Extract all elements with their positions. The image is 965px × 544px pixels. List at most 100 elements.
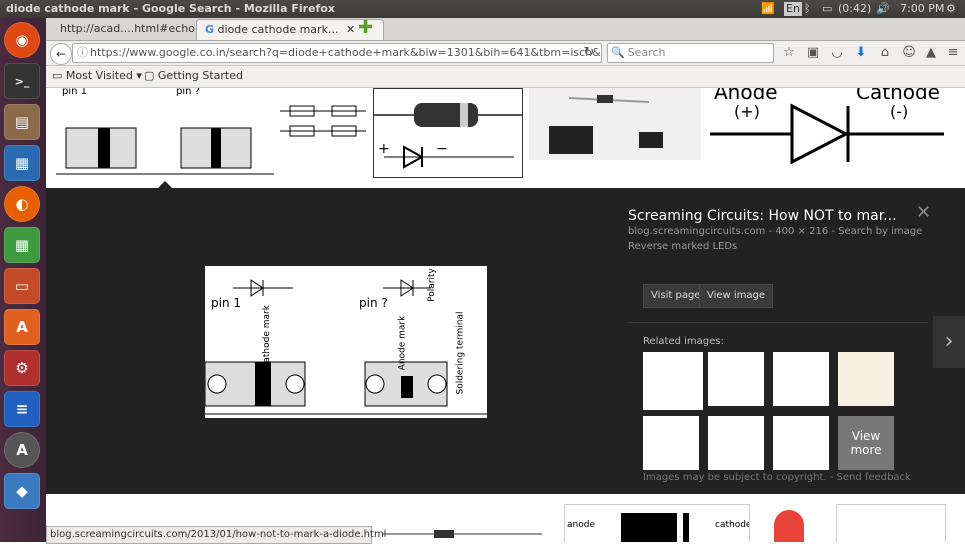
view-more-button[interactable]: View more — [838, 416, 894, 470]
image-preview-panel: pin 1 pin ? Cathode mark Anode mark Pola… — [46, 181, 965, 494]
pin-label: pin 1 — [62, 88, 88, 97]
search-input[interactable]: 🔍 Search — [607, 43, 774, 63]
related-image-6[interactable] — [708, 416, 764, 470]
clock[interactable]: 7:00 PM — [900, 1, 944, 17]
related-image-3[interactable] — [773, 352, 829, 406]
system-top-bar: diode cathode mark - Google Search - Moz… — [0, 0, 965, 18]
bookmark-getting-started[interactable]: ▢ Getting Started — [144, 69, 243, 82]
panel-pointer — [158, 181, 172, 188]
pin-label: pin ? — [176, 88, 200, 97]
bookmark-label: Getting Started — [157, 69, 243, 82]
related-image-7[interactable] — [773, 416, 829, 470]
reading-list-icon[interactable]: ▣ — [804, 44, 822, 62]
result-thumb-2[interactable] — [280, 100, 366, 144]
writer-icon[interactable]: ▦ — [4, 145, 40, 181]
result-title[interactable]: Screaming Circuits: How NOT to mar... — [628, 208, 958, 224]
home-icon[interactable]: ⌂ — [876, 44, 894, 62]
menu-icon[interactable]: ≡ — [944, 44, 962, 62]
tab-acad[interactable]: http://acad....html#echo — [52, 19, 198, 39]
result-thumb-4[interactable] — [529, 88, 701, 160]
bookmarks-bar: ▭ Most Visited ▾ ▢ Getting Started — [46, 66, 965, 88]
back-arrow-icon[interactable]: ← — [50, 43, 72, 65]
impress-icon[interactable]: ▭ — [4, 268, 40, 304]
svg-text:−: − — [436, 141, 448, 157]
battery-time[interactable]: (0:42) — [838, 1, 871, 17]
preview-image[interactable]: pin 1 pin ? Cathode mark Anode mark Pola… — [204, 266, 487, 418]
svg-text:+: + — [378, 141, 390, 157]
result-thumb-9[interactable] — [372, 524, 554, 542]
pocket-icon[interactable]: ◡ — [828, 44, 846, 62]
keyboard-lang-indicator[interactable]: En — [784, 2, 802, 16]
chat-icon[interactable]: ☺ — [900, 44, 918, 62]
led-shape — [774, 510, 804, 542]
reload-icon[interactable]: ↻ — [580, 44, 598, 62]
diode-body — [434, 530, 454, 538]
volume-icon[interactable]: 🔊 — [876, 1, 890, 17]
bookmark-most-visited[interactable]: ▭ Most Visited ▾ — [52, 69, 142, 82]
result-meta[interactable]: blog.screamingcircuits.com - 400 × 216 -… — [628, 226, 958, 237]
updater-icon[interactable]: A — [4, 432, 40, 468]
firefox-icon[interactable]: ◐ — [4, 186, 40, 222]
alert-icon[interactable]: ▲ — [922, 44, 940, 62]
image-info: Screaming Circuits: How NOT to mar... bl… — [628, 208, 958, 252]
cathode-band — [683, 513, 689, 542]
diode-outline-drawing — [280, 105, 366, 137]
next-arrow-icon[interactable]: › — [933, 316, 965, 368]
url-bar[interactable]: ⓘ https://www.google.co.in/search?q=diode… — [72, 43, 602, 63]
result-thumb-6[interactable]: anode cathode — [564, 504, 750, 542]
related-image-1[interactable] — [643, 352, 703, 410]
tab-bar: http://acad....html#echo G diode cathode… — [46, 18, 965, 41]
software-center-icon[interactable]: A — [4, 309, 40, 345]
search-placeholder: Search — [627, 46, 666, 59]
page-content: pin 1 pin ? + − Anode Cathode (+) (-) pi… — [46, 88, 965, 542]
close-tab-icon[interactable]: ✕ — [346, 23, 355, 36]
send-feedback-link[interactable]: Send feedback — [837, 472, 911, 483]
result-thumb-1[interactable]: pin 1 pin ? — [56, 88, 274, 178]
copyright-note: Images may be subject to copyright. - Se… — [643, 472, 911, 483]
result-thumb-5[interactable]: Anode Cathode (+) (-) — [710, 88, 944, 164]
bluetooth-icon[interactable]: ᛒ — [804, 1, 811, 17]
result-thumb-3[interactable]: + − — [373, 88, 523, 178]
related-image-5[interactable] — [643, 416, 699, 470]
polarity-label: Polarity — [426, 268, 437, 302]
image-viewer-icon[interactable]: ◆ — [4, 473, 40, 509]
new-tab-icon[interactable]: ✚ — [358, 19, 376, 37]
url-text: https://www.google.co.in/search?q=diode+… — [90, 46, 601, 59]
files-icon[interactable]: ▤ — [4, 104, 40, 140]
component-photo — [549, 95, 663, 154]
view-image-button[interactable]: View image — [699, 284, 774, 308]
anode-mark-label: Anode mark — [397, 315, 408, 371]
battery-icon[interactable]: ▭ — [822, 1, 832, 17]
copyright-text: Images may be subject to copyright. — [643, 472, 827, 483]
bookmark-label: Most Visited — [65, 69, 133, 82]
lock-icon: ⓘ — [77, 46, 88, 59]
status-url: blog.screamingcircuits.com/2013/01/how-n… — [50, 529, 387, 540]
divider — [628, 322, 928, 323]
dash-home-icon[interactable]: ◉ — [4, 22, 40, 58]
soldering-label: Soldering terminal — [455, 311, 466, 395]
result-subtitle: Reverse marked LEDs — [628, 241, 738, 252]
wifi-icon[interactable]: 📶 — [761, 1, 775, 17]
google-favicon-icon: G — [205, 23, 215, 36]
tab-label: diode cathode mark... — [217, 23, 339, 36]
pin-label: pin 1 — [211, 296, 242, 310]
document-icon[interactable]: ≡ — [4, 391, 40, 427]
navigation-bar: ← ⓘ https://www.google.co.in/search?q=dio… — [46, 41, 965, 66]
download-icon[interactable]: ⬇ — [852, 44, 870, 62]
terminal-icon[interactable]: >_ — [4, 63, 40, 99]
result-thumb-8[interactable] — [836, 504, 946, 542]
result-thumb-7[interactable] — [754, 504, 826, 542]
cathode-label: cathode — [715, 520, 750, 530]
calc-icon[interactable]: ▦ — [4, 227, 40, 263]
cathode-mark-label: Cathode mark — [261, 305, 272, 369]
tab-google-search[interactable]: G diode cathode mark... ✕ — [196, 19, 384, 40]
bookmark-star-icon[interactable]: ☆ — [780, 44, 798, 62]
preview-diode-drawing — [204, 279, 487, 415]
system-settings-icon[interactable]: ⚙ — [4, 350, 40, 386]
settings-gear-icon[interactable]: ⚙ — [946, 1, 956, 17]
related-image-2[interactable] — [708, 352, 764, 406]
axial-diode-drawing: + − — [374, 103, 522, 169]
related-image-4[interactable] — [838, 352, 894, 406]
smd-diode-drawing — [56, 127, 274, 175]
unity-launcher: ◉ >_ ▤ ▦ ◐ ▦ ▭ A ⚙ ≡ A ◆ — [0, 18, 46, 542]
